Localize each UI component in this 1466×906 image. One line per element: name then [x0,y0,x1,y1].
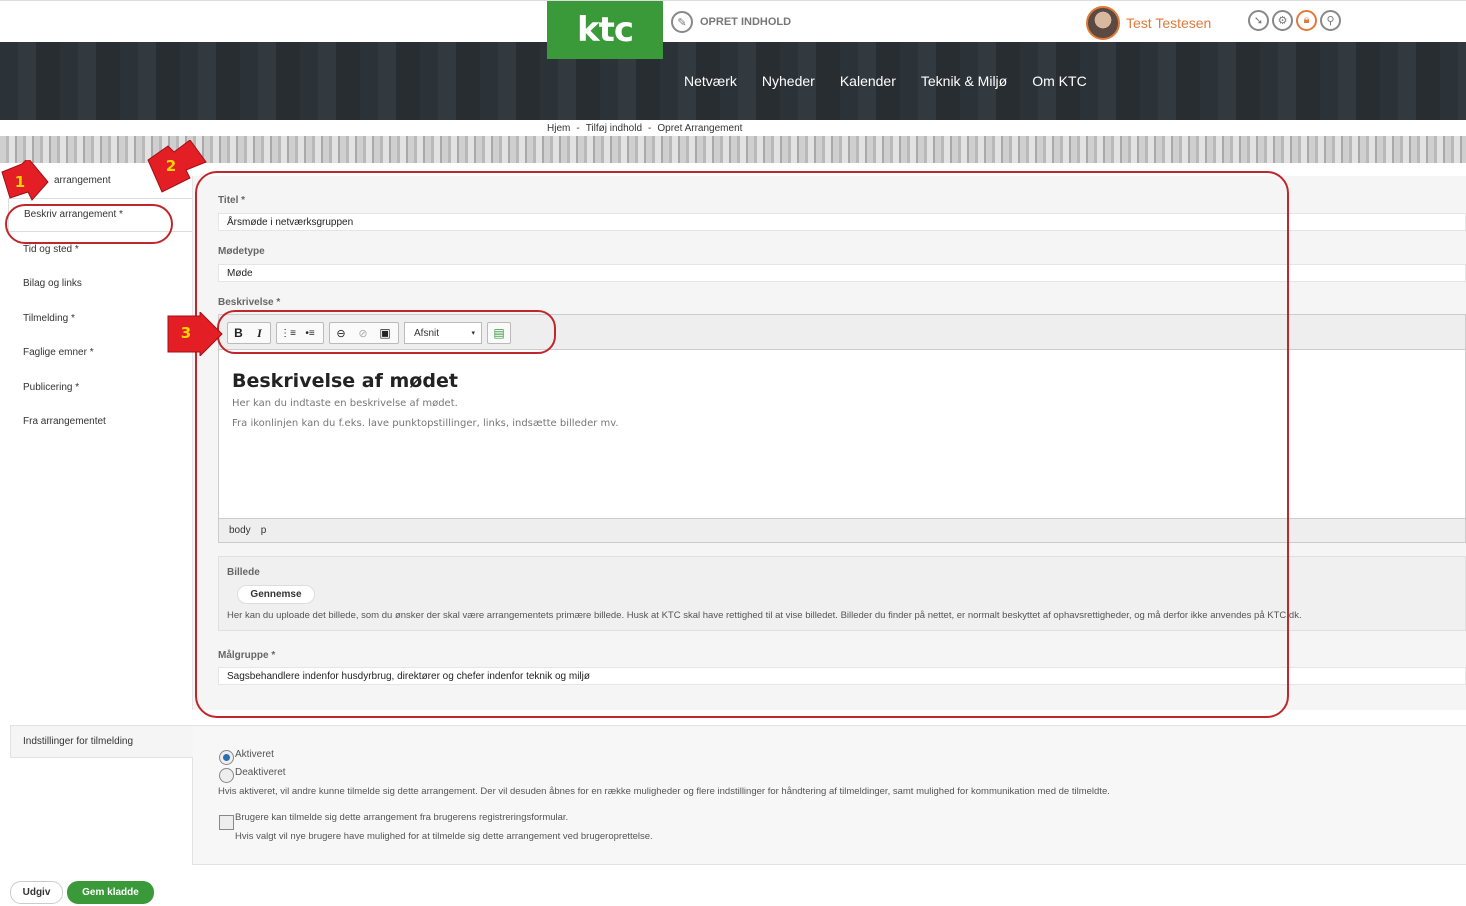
nav-nyheder[interactable]: Nyheder [762,73,815,89]
breadcrumb-separator: - [576,123,580,134]
radio-deactivated[interactable] [219,768,234,783]
breadcrumb: Hjem - Tilføj indhold - Opret Arrangemen… [0,120,1466,136]
gear-icon[interactable]: ⚙ [1272,10,1293,31]
download-icon[interactable]: ➘ [1248,10,1269,31]
sidebar-item-label: arrangement [54,174,111,186]
settings-tab-label: Indstillinger for tilmelding [23,736,134,747]
top-bar: ✎ OPRET INDHOLD Test Testesen ➘ ⚙ 🔒︎ ⚲ [0,0,1466,42]
publish-button-label: Udgiv [22,887,51,898]
nav-kalender[interactable]: Kalender [840,73,896,89]
nav-netvaerk[interactable]: Netværk [684,73,737,89]
sidebar-item-label: Fra arrangementet [23,416,106,428]
breadcrumb-current: Opret Arrangement [657,123,743,134]
breadcrumb-home[interactable]: Hjem [547,123,570,134]
register-form-checkbox-label: Brugere kan tilmelde sig dette arrangeme… [235,812,569,823]
breadcrumb-add-content[interactable]: Tilføj indhold [586,123,642,134]
decorative-banner [0,136,1466,163]
sidebar-item-label: Bilag og links [23,278,82,290]
annotation-highlight-2 [195,171,1289,718]
create-content-link[interactable]: ✎ OPRET INDHOLD [671,11,791,33]
sidebar-item-label: Tid og sted * [23,243,79,255]
edit-icon: ✎ [671,11,693,33]
sidebar-item-tilmelding[interactable]: Tilmelding * [0,301,192,336]
sidebar-item-faglige-emner[interactable]: Faglige emner * [0,336,192,371]
sidebar-item-label: Publicering * [23,381,80,393]
create-content-label: OPRET INDHOLD [700,16,792,28]
sidebar-item-bilag[interactable]: Bilag og links [0,267,192,302]
radio-activated[interactable] [219,750,234,765]
registration-help-text: Hvis aktiveret, vil andre kunne tilmelde… [218,786,1110,797]
sidebar-item-publicering[interactable]: Publicering * [0,370,192,405]
annotation-arrow-3 [167,312,223,356]
publish-button[interactable]: Udgiv [10,881,63,904]
annotation-number-2: 2 [165,157,177,175]
toolbar-icons: ➘ ⚙ 🔒︎ ⚲ [1248,10,1341,31]
tab-registration-settings[interactable]: Indstillinger for tilmelding [10,725,193,758]
main-nav: Netværk Nyheder Kalender Teknik & Miljø … [684,73,1087,89]
annotation-arrow-1 [1,160,49,201]
save-draft-button-label: Gem kladde [82,887,139,898]
avatar [1086,6,1120,40]
register-form-checkbox[interactable] [219,815,234,830]
ktc-logo[interactable]: ktc [547,1,663,59]
annotation-number-3: 3 [180,324,192,342]
user-name: Test Testesen [1126,15,1212,31]
radio-activated-label: Aktiveret [235,749,274,760]
annotation-highlight-3 [217,310,556,354]
annotation-highlight-1 [5,204,173,244]
sidebar-item-label: Tilmelding * [23,312,75,324]
save-draft-button[interactable]: Gem kladde [67,881,154,904]
hero-banner: Netværk Nyheder Kalender Teknik & Miljø … [0,42,1466,120]
search-icon[interactable]: ⚲ [1320,10,1341,31]
sidebar-item-fra-arrangementet[interactable]: Fra arrangementet [0,405,192,440]
user-menu[interactable]: Test Testesen [1086,6,1211,40]
nav-om-ktc[interactable]: Om KTC [1032,73,1086,89]
breadcrumb-separator: - [648,123,652,134]
sidebar-item-label: Faglige emner * [23,347,94,359]
radio-deactivated-label: Deaktiveret [235,767,286,778]
nav-teknik-miljo[interactable]: Teknik & Miljø [921,73,1007,89]
annotation-number-1: 1 [14,173,26,191]
lock-icon[interactable]: 🔒︎ [1296,10,1317,31]
register-form-help-text: Hvis valgt vil nye brugere have mulighed… [235,831,653,842]
